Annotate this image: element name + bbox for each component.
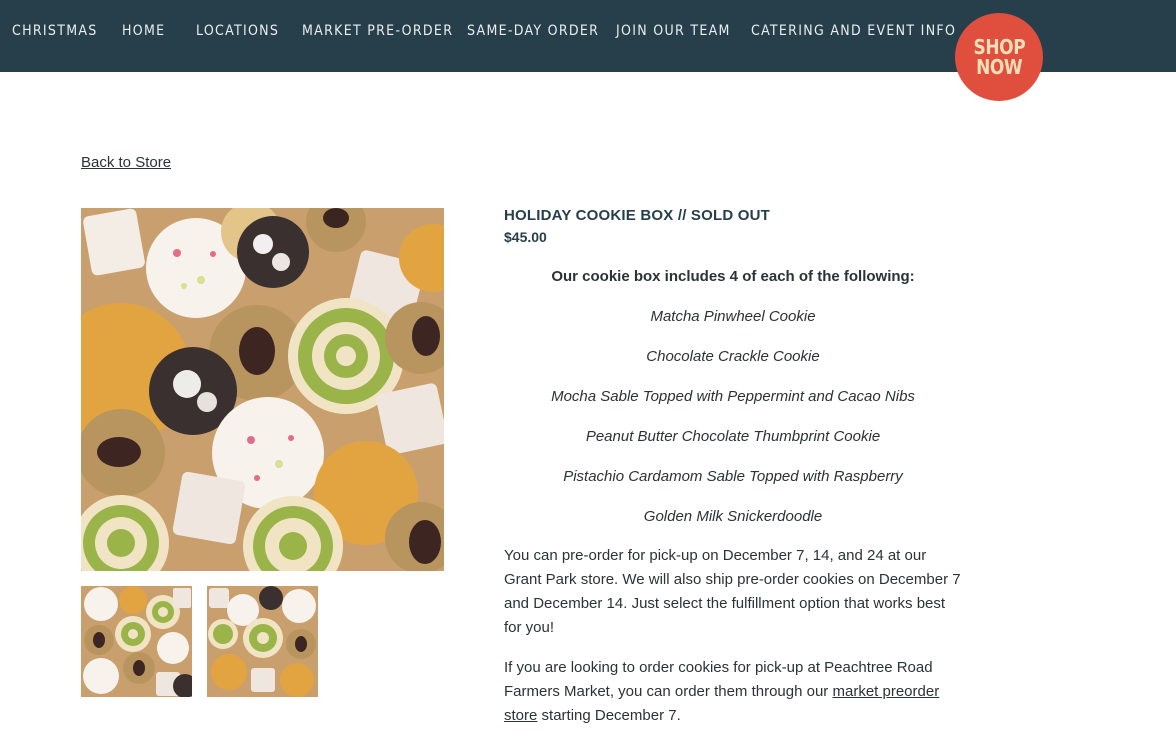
product-price: $45.00	[504, 229, 547, 245]
nav-item-market-pre-order[interactable]: MARKET PRE-ORDER	[302, 23, 453, 41]
shop-now-line-1: SHOP	[973, 35, 1025, 59]
pickup-info-paragraph: You can pre-order for pick-up on Decembe…	[504, 547, 961, 636]
shop-now-button[interactable]: SHOP NOW	[955, 13, 1043, 101]
product-intro: Our cookie box includes 4 of each of the…	[551, 268, 915, 285]
shop-now-line-2: NOW	[975, 55, 1023, 79]
product-item: Golden Milk Snickerdoodle	[643, 508, 823, 525]
product-item: Mocha Sable Topped with Peppermint and C…	[551, 388, 915, 405]
product-item: Pistachio Cardamom Sable Topped with Ras…	[563, 468, 903, 485]
product-thumbnail-2[interactable]	[207, 586, 318, 697]
nav-item-locations[interactable]: LOCATIONS	[196, 23, 279, 41]
product-item: Chocolate Crackle Cookie	[646, 348, 820, 365]
nav-item-join-our-team[interactable]: JOIN OUR TEAM	[616, 23, 731, 41]
product-item: Peanut Butter Chocolate Thumbprint Cooki…	[585, 428, 881, 445]
nav-item-home[interactable]: HOME	[122, 23, 165, 41]
thumbnail-illustration	[81, 586, 192, 697]
market-info-text-end: starting December 7.	[537, 707, 681, 724]
product-main-image[interactable]	[81, 208, 444, 571]
cookie-photo-illustration	[81, 208, 444, 571]
nav-item-same-day-order[interactable]: SAME-DAY ORDER	[467, 23, 599, 41]
nav-item-catering-and-event-info[interactable]: CATERING AND EVENT INFO	[751, 23, 956, 41]
product-title: HOLIDAY COOKIE BOX // SOLD OUT	[504, 207, 771, 224]
nav-item-christmas[interactable]: CHRISTMAS	[12, 23, 98, 41]
product-thumbnail-1[interactable]	[81, 586, 192, 697]
market-info-paragraph: If you are looking to order cookies for …	[504, 656, 962, 728]
thumbnail-illustration	[207, 586, 318, 697]
back-to-store-link[interactable]: Back to Store	[81, 154, 171, 171]
product-item: Matcha Pinwheel Cookie	[650, 308, 816, 325]
